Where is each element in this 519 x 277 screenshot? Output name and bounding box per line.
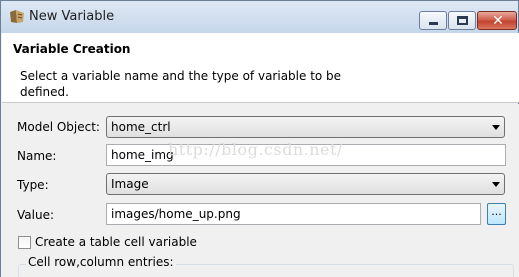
model-object-combo[interactable]: home_ctrl [106, 116, 505, 138]
header-title: Variable Creation [13, 42, 131, 56]
minimize-button[interactable] [419, 11, 447, 30]
value-label: Value: [17, 208, 54, 222]
name-label: Name: [17, 149, 57, 163]
close-icon: ✕ [492, 13, 504, 29]
type-label: Type: [17, 178, 49, 192]
browse-button[interactable]: ... [487, 203, 506, 225]
table-cell-checkbox[interactable] [18, 236, 31, 249]
maximize-button[interactable] [448, 11, 476, 30]
wizard-header: Variable Creation Select a variable name… [2, 33, 519, 103]
chevron-down-icon [492, 182, 500, 187]
watermark-text: http://blog.csdn.net/ [168, 140, 343, 159]
maximize-icon [457, 16, 468, 25]
minimize-icon [429, 22, 438, 25]
value-field[interactable] [106, 203, 481, 225]
window-title: New Variable [29, 9, 115, 24]
new-variable-dialog: New Variable ✕ Variable Creation Select … [0, 0, 519, 277]
table-cell-label[interactable]: Create a table cell variable [35, 235, 197, 249]
type-combo[interactable]: Image [106, 173, 505, 195]
header-description: Select a variable name and the type of v… [20, 69, 342, 99]
value-input[interactable] [107, 204, 480, 224]
form-body: Model Object: home_ctrl Name: Type: Imag… [2, 104, 519, 277]
close-button[interactable]: ✕ [477, 11, 517, 30]
app-icon [10, 10, 24, 23]
type-value: Image [111, 177, 149, 191]
chevron-down-icon [492, 125, 500, 130]
title-bar[interactable]: New Variable ✕ [1, 1, 518, 33]
model-object-label: Model Object: [17, 120, 100, 134]
model-object-value: home_ctrl [111, 120, 171, 134]
cell-entries-group-label: Cell row,column entries: [26, 255, 176, 269]
